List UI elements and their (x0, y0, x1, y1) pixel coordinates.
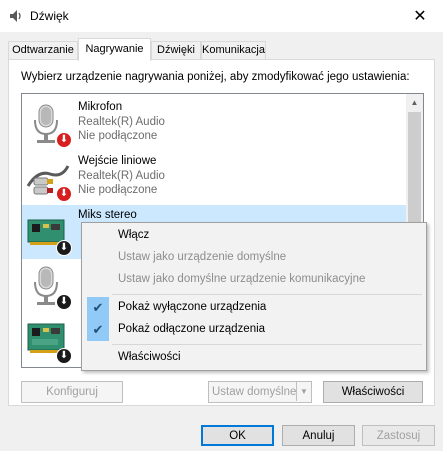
properties-button-label: Właściwości (341, 386, 405, 398)
device-driver: Realtek(R) Audio (78, 170, 165, 182)
tab-sounds[interactable]: Dźwięki (151, 41, 201, 60)
menu-item-label: Włącz (118, 229, 150, 241)
disabled-badge-icon: ⬇ (56, 294, 72, 310)
tab-sounds-label: Dźwięki (157, 44, 195, 56)
microphone-icon: ⬇ (26, 102, 72, 148)
tab-playback[interactable]: Odtwarzanie (8, 41, 78, 60)
title-bar: Dźwięk ✕ (0, 0, 443, 32)
menu-item-label: Ustaw jako urządzenie domyślne (118, 251, 287, 263)
menu-item-label: Pokaż wyłączone urządzenia (118, 301, 267, 313)
microphone-icon: ⬇ (26, 264, 72, 310)
ok-button-label: OK (229, 429, 246, 442)
properties-button[interactable]: Właściwości (323, 381, 423, 403)
tab-recording[interactable]: Nagrywanie (78, 38, 151, 61)
menu-item-label: Właściwości (118, 351, 181, 363)
configure-button[interactable]: Konfiguruj (21, 381, 123, 403)
close-icon: ✕ (413, 8, 427, 25)
checkmark-icon: ✔ (87, 297, 109, 319)
menu-separator (112, 344, 422, 345)
device-name: Wejście liniowe (78, 155, 157, 167)
tab-communications-label: Komunikacja (202, 44, 265, 56)
menu-item-set-default-communication[interactable]: Ustaw jako domyślne urządzenie komunikac… (84, 269, 424, 291)
device-context-menu: Włącz Ustaw jako urządzenie domyślne Ust… (81, 222, 427, 371)
close-button[interactable]: ✕ (397, 0, 443, 32)
ok-button[interactable]: OK (201, 425, 274, 446)
menu-item-show-disconnected[interactable]: ✔ Pokaż odłączone urządzenia (84, 319, 424, 341)
disconnected-badge-icon: ⬇ (56, 132, 72, 148)
apply-button-label: Zastosuj (376, 429, 421, 442)
menu-item-label: Pokaż odłączone urządzenia (118, 323, 266, 335)
disconnected-badge-icon: ⬇ (56, 186, 72, 202)
tab-playback-label: Odtwarzanie (12, 44, 74, 56)
scroll-up-icon[interactable]: ▲ (406, 94, 423, 111)
device-driver: Realtek(R) Audio (78, 116, 165, 128)
checkmark-icon: ✔ (87, 319, 109, 341)
device-status: Nie podłączone (78, 130, 158, 142)
cancel-button[interactable]: Anuluj (282, 425, 355, 446)
device-status: Nie podłączone (78, 184, 158, 196)
line-in-cable-icon: ⬇ (26, 156, 72, 202)
menu-item-set-default-device[interactable]: Ustaw jako urządzenie domyślne (84, 247, 424, 269)
chevron-down-icon[interactable]: ▼ (296, 382, 311, 401)
set-default-split-button[interactable]: Ustaw domyślne ▼ (208, 381, 312, 403)
list-item-line-in[interactable]: ⬇ Wejście liniowe Realtek(R) Audio Nie p… (22, 151, 408, 205)
tab-communications[interactable]: Komunikacja (201, 41, 266, 60)
configure-button-label: Konfiguruj (46, 386, 98, 398)
menu-separator (112, 294, 422, 295)
disabled-badge-icon: ⬇ (56, 348, 72, 364)
cancel-button-label: Anuluj (302, 429, 335, 442)
list-item-microphone[interactable]: ⬇ Mikrofon Realtek(R) Audio Nie podłączo… (22, 97, 408, 151)
menu-item-enable[interactable]: Włącz (84, 225, 424, 247)
tab-recording-label: Nagrywanie (85, 43, 144, 55)
menu-item-show-disabled[interactable]: ✔ Pokaż wyłączone urządzenia (84, 297, 424, 319)
menu-item-label: Ustaw jako domyślne urządzenie komunikac… (118, 273, 366, 285)
window-title: Dźwięk (30, 9, 69, 23)
instruction-text: Wybierz urządzenie nagrywania poniżej, a… (21, 71, 410, 83)
sound-card-icon: ⬇ (26, 210, 72, 256)
speaker-icon (8, 8, 24, 24)
sound-card-icon: ⬇ (26, 318, 72, 364)
disabled-badge-icon: ⬇ (56, 240, 72, 256)
device-name: Miks stereo (78, 209, 137, 221)
device-name: Mikrofon (78, 101, 123, 113)
apply-button[interactable]: Zastosuj (362, 425, 435, 446)
menu-item-properties[interactable]: Właściwości (84, 347, 424, 369)
set-default-button-label: Ustaw domyślne (212, 386, 297, 398)
